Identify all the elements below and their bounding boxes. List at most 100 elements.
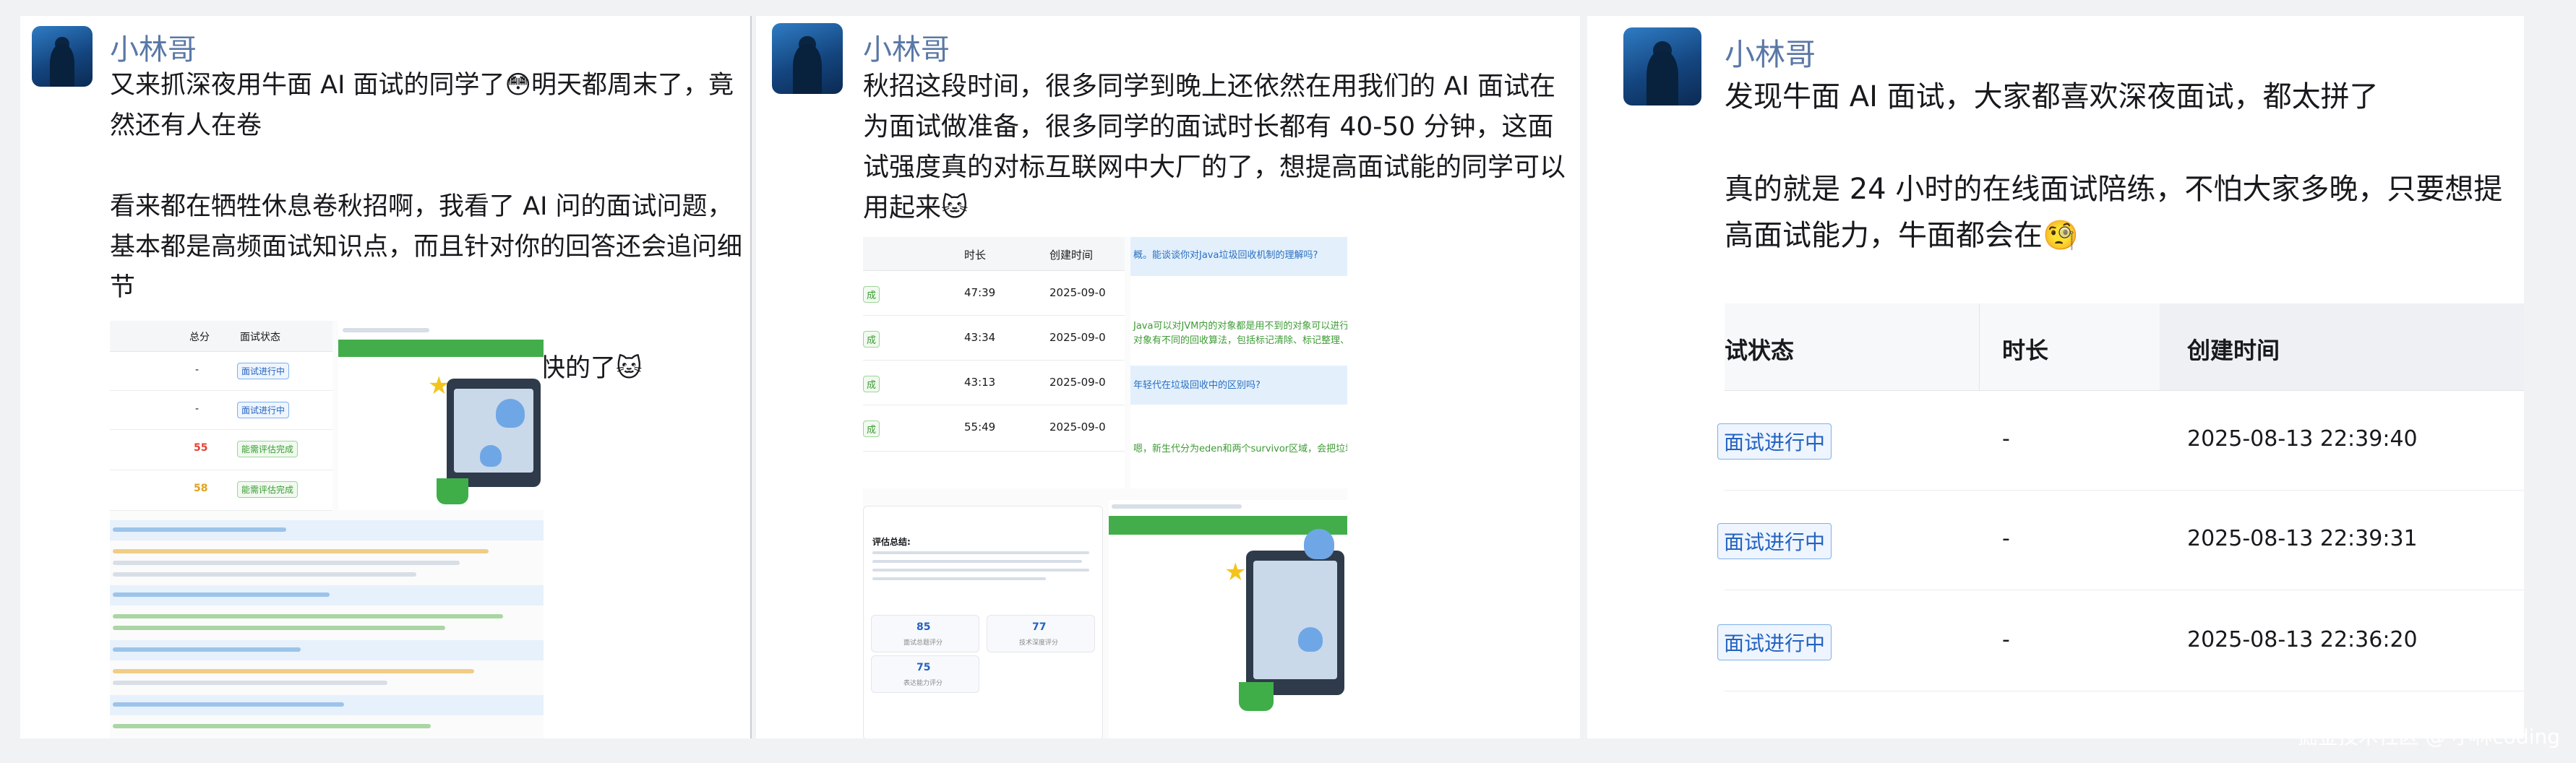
- score-value: 75: [916, 662, 931, 673]
- robot-icon: [496, 399, 525, 428]
- column-header: 试状态: [1725, 337, 1795, 364]
- created-cell: 2025-08-13 22:39:31: [2187, 526, 2418, 551]
- robot-icon: [1298, 627, 1323, 652]
- duration-cell: -: [2002, 426, 2010, 452]
- created-cell: 2025-09-0: [1049, 376, 1106, 389]
- embedded-screenshot[interactable]: 时长 创建时间 成 47:39 2025-09-0 成 43:34 2025-0…: [863, 237, 1347, 738]
- post-card-3: 小林哥 发现牛面 AI 面试，大家都喜欢深夜面试，都太拼了 真的就是 24 小时…: [1587, 16, 2524, 738]
- status-badge: 面试进行中: [1717, 423, 1832, 460]
- chat-transcript: [110, 516, 544, 738]
- score-cell: -: [195, 364, 199, 376]
- author-name[interactable]: 小林哥: [863, 26, 950, 68]
- column-header: 创建时间: [1049, 249, 1094, 262]
- table-row[interactable]: 成 43:34 2025-09-0: [863, 315, 1125, 361]
- duration-cell: -: [2002, 526, 2010, 551]
- table-row[interactable]: 面试进行中 - 2025-08-13 22:39:40: [1717, 390, 2524, 491]
- score-value: 85: [916, 621, 931, 633]
- post-paragraph: 真的就是 24 小时的在线面试陪练，不怕大家多晚，只要想提高面试能力，牛面都会在…: [1725, 173, 2503, 252]
- duration-cell: 43:34: [964, 331, 996, 344]
- score-card: 75 表达能力评分: [871, 655, 979, 693]
- score-label: 表达能力评分: [903, 680, 943, 687]
- chat-answer: 对象有不同的回收算法，包括标记清除、标记整理、标记复制: [1133, 335, 1347, 346]
- created-cell: 2025-08-13 22:36:20: [2187, 627, 2418, 652]
- created-cell: 2025-08-13 22:39:40: [2187, 426, 2418, 452]
- duration-cell: 43:13: [964, 376, 996, 389]
- author-name[interactable]: 小林哥: [1725, 30, 1816, 74]
- status-badge: 面试进行中: [1717, 523, 1832, 559]
- duration-cell: 47:39: [964, 286, 996, 299]
- table-row[interactable]: 面试进行中 - 2025-08-13 22:39:31: [1717, 490, 2524, 590]
- watermark: 掘金技术社区 @ 小林coding: [2297, 725, 2560, 749]
- score-value: 77: [1032, 621, 1047, 633]
- column-header: 时长: [964, 249, 987, 262]
- interview-table[interactable]: 试状态 时长 创建时间 面试进行中 - 2025-08-13 22:39:40 …: [1717, 303, 2524, 738]
- summary-title: 评估总结:: [872, 537, 911, 547]
- score-label: 技术深度评分: [1019, 639, 1059, 647]
- table-row[interactable]: 面试进行中 - 2025-08-13 22:36:20: [1717, 590, 2524, 691]
- chat-transcript: 概。能谈谈你对Java垃圾回收机制的理解吗? Java可以对JVM内的对象都是用…: [1130, 237, 1347, 488]
- post-paragraph: 发现牛面 AI 面试，大家都喜欢深夜面试，都太拼了: [1725, 80, 2379, 113]
- column-header: 创建时间: [2187, 337, 2280, 364]
- status-badge: 成: [863, 376, 880, 392]
- author-avatar[interactable]: [1623, 27, 1701, 105]
- chat-question: 年轻代在垃圾回收中的区别吗?: [1133, 380, 1261, 391]
- illustration: ★: [1109, 500, 1347, 738]
- author-avatar[interactable]: [32, 26, 93, 87]
- cup-icon: [1239, 682, 1274, 711]
- column-header: 时长: [2002, 337, 2049, 364]
- status-badge: 成: [863, 421, 880, 437]
- status-badge: 能需评估完成: [237, 481, 299, 498]
- column-header: 总分: [189, 332, 210, 343]
- evaluation-summary: 评估总结: 85 面试总题评分 77 技术深度评分 75 表达能力评分: [863, 506, 1103, 738]
- interview-table: 总分 面试状态 - 面试进行中 - 面试进行中 55 能需评估完成 58 能需评…: [110, 321, 332, 511]
- author-avatar[interactable]: [772, 23, 843, 94]
- score-cell: 55: [194, 442, 208, 454]
- table-row[interactable]: - 面试进行中: [110, 351, 332, 391]
- duration-cell: -: [2002, 627, 2010, 652]
- score-label: 面试总题评分: [903, 639, 943, 647]
- cup-icon: [437, 478, 468, 504]
- created-cell: 2025-09-0: [1049, 421, 1106, 434]
- created-cell: 2025-09-0: [1049, 286, 1106, 299]
- star-icon: ★: [1224, 558, 1247, 587]
- interview-table: 时长 创建时间 成 47:39 2025-09-0 成 43:34 2025-0…: [863, 237, 1125, 488]
- table-row[interactable]: 成 47:39 2025-09-0: [863, 270, 1125, 316]
- score-cell: 58: [194, 483, 208, 494]
- table-row[interactable]: - 面试进行中: [110, 390, 332, 430]
- author-name[interactable]: 小林哥: [110, 26, 197, 68]
- status-badge: 面试进行中: [237, 363, 290, 379]
- robot-icon: [480, 445, 502, 467]
- status-badge: 面试进行中: [1717, 624, 1832, 660]
- score-cell: -: [195, 403, 199, 415]
- status-badge: 能需评估完成: [237, 441, 299, 457]
- table-row[interactable]: 成 55:49 2025-09-0: [863, 405, 1125, 452]
- post-paragraph: 秋招这段时间，很多同学到晚上还依然在用我们的 AI 面试在为面试做准备，很多同学…: [863, 72, 1566, 223]
- status-badge: 成: [863, 286, 880, 303]
- post-card-1: 小林哥 又来抓深夜用牛面 AI 面试的同学了😳明天都周末了，竟然还有人在卷 看来…: [20, 16, 750, 738]
- post-card-2: 小林哥 秋招这段时间，很多同学到晚上还依然在用我们的 AI 面试在为面试做准备，…: [756, 16, 1580, 738]
- post-paragraph: 又来抓深夜用牛面 AI 面试的同学了😳明天都周末了，竟然还有人在卷: [110, 71, 734, 140]
- divider: [750, 16, 752, 738]
- status-badge: 面试进行中: [237, 402, 290, 418]
- chat-question: 概。能谈谈你对Java垃圾回收机制的理解吗?: [1133, 250, 1318, 261]
- robot-icon: [1304, 529, 1334, 559]
- created-cell: 2025-09-0: [1049, 331, 1106, 344]
- score-card: 85 面试总题评分: [871, 615, 979, 652]
- chat-answer: 嗯，新生代分为eden和两个survivor区域，会把垃圾回收: [1133, 444, 1347, 454]
- table-row[interactable]: 58 能需评估完成: [110, 470, 332, 511]
- status-badge: 成: [863, 331, 880, 348]
- post-body: 秋招这段时间，很多同学到晚上还依然在用我们的 AI 面试在为面试做准备，很多同学…: [863, 66, 1576, 228]
- embedded-screenshot[interactable]: 总分 面试状态 - 面试进行中 - 面试进行中 55 能需评估完成 58 能需评…: [110, 321, 544, 738]
- post-paragraph: 看来都在牺牲休息卷秋招啊，我看了 AI 问的面试问题，基本都是高频面试知识点，而…: [110, 192, 743, 302]
- post-body: 发现牛面 AI 面试，大家都喜欢深夜面试，都太拼了 真的就是 24 小时的在线面…: [1725, 74, 2512, 259]
- table-header: 时长 创建时间: [863, 237, 1125, 271]
- table-header: 总分 面试状态: [110, 321, 332, 352]
- score-card: 77 技术深度评分: [987, 615, 1095, 652]
- chat-answer: Java可以对JVM内的对象都是用不到的对象可以进行回收: [1133, 321, 1347, 332]
- duration-cell: 55:49: [964, 421, 996, 434]
- illustration: ★: [338, 321, 544, 510]
- column-header: 面试状态: [240, 332, 280, 343]
- table-row[interactable]: 55 能需评估完成: [110, 429, 332, 470]
- table-header: 试状态 时长 创建时间: [1725, 303, 2524, 391]
- table-row[interactable]: 成 43:13 2025-09-0: [863, 360, 1125, 405]
